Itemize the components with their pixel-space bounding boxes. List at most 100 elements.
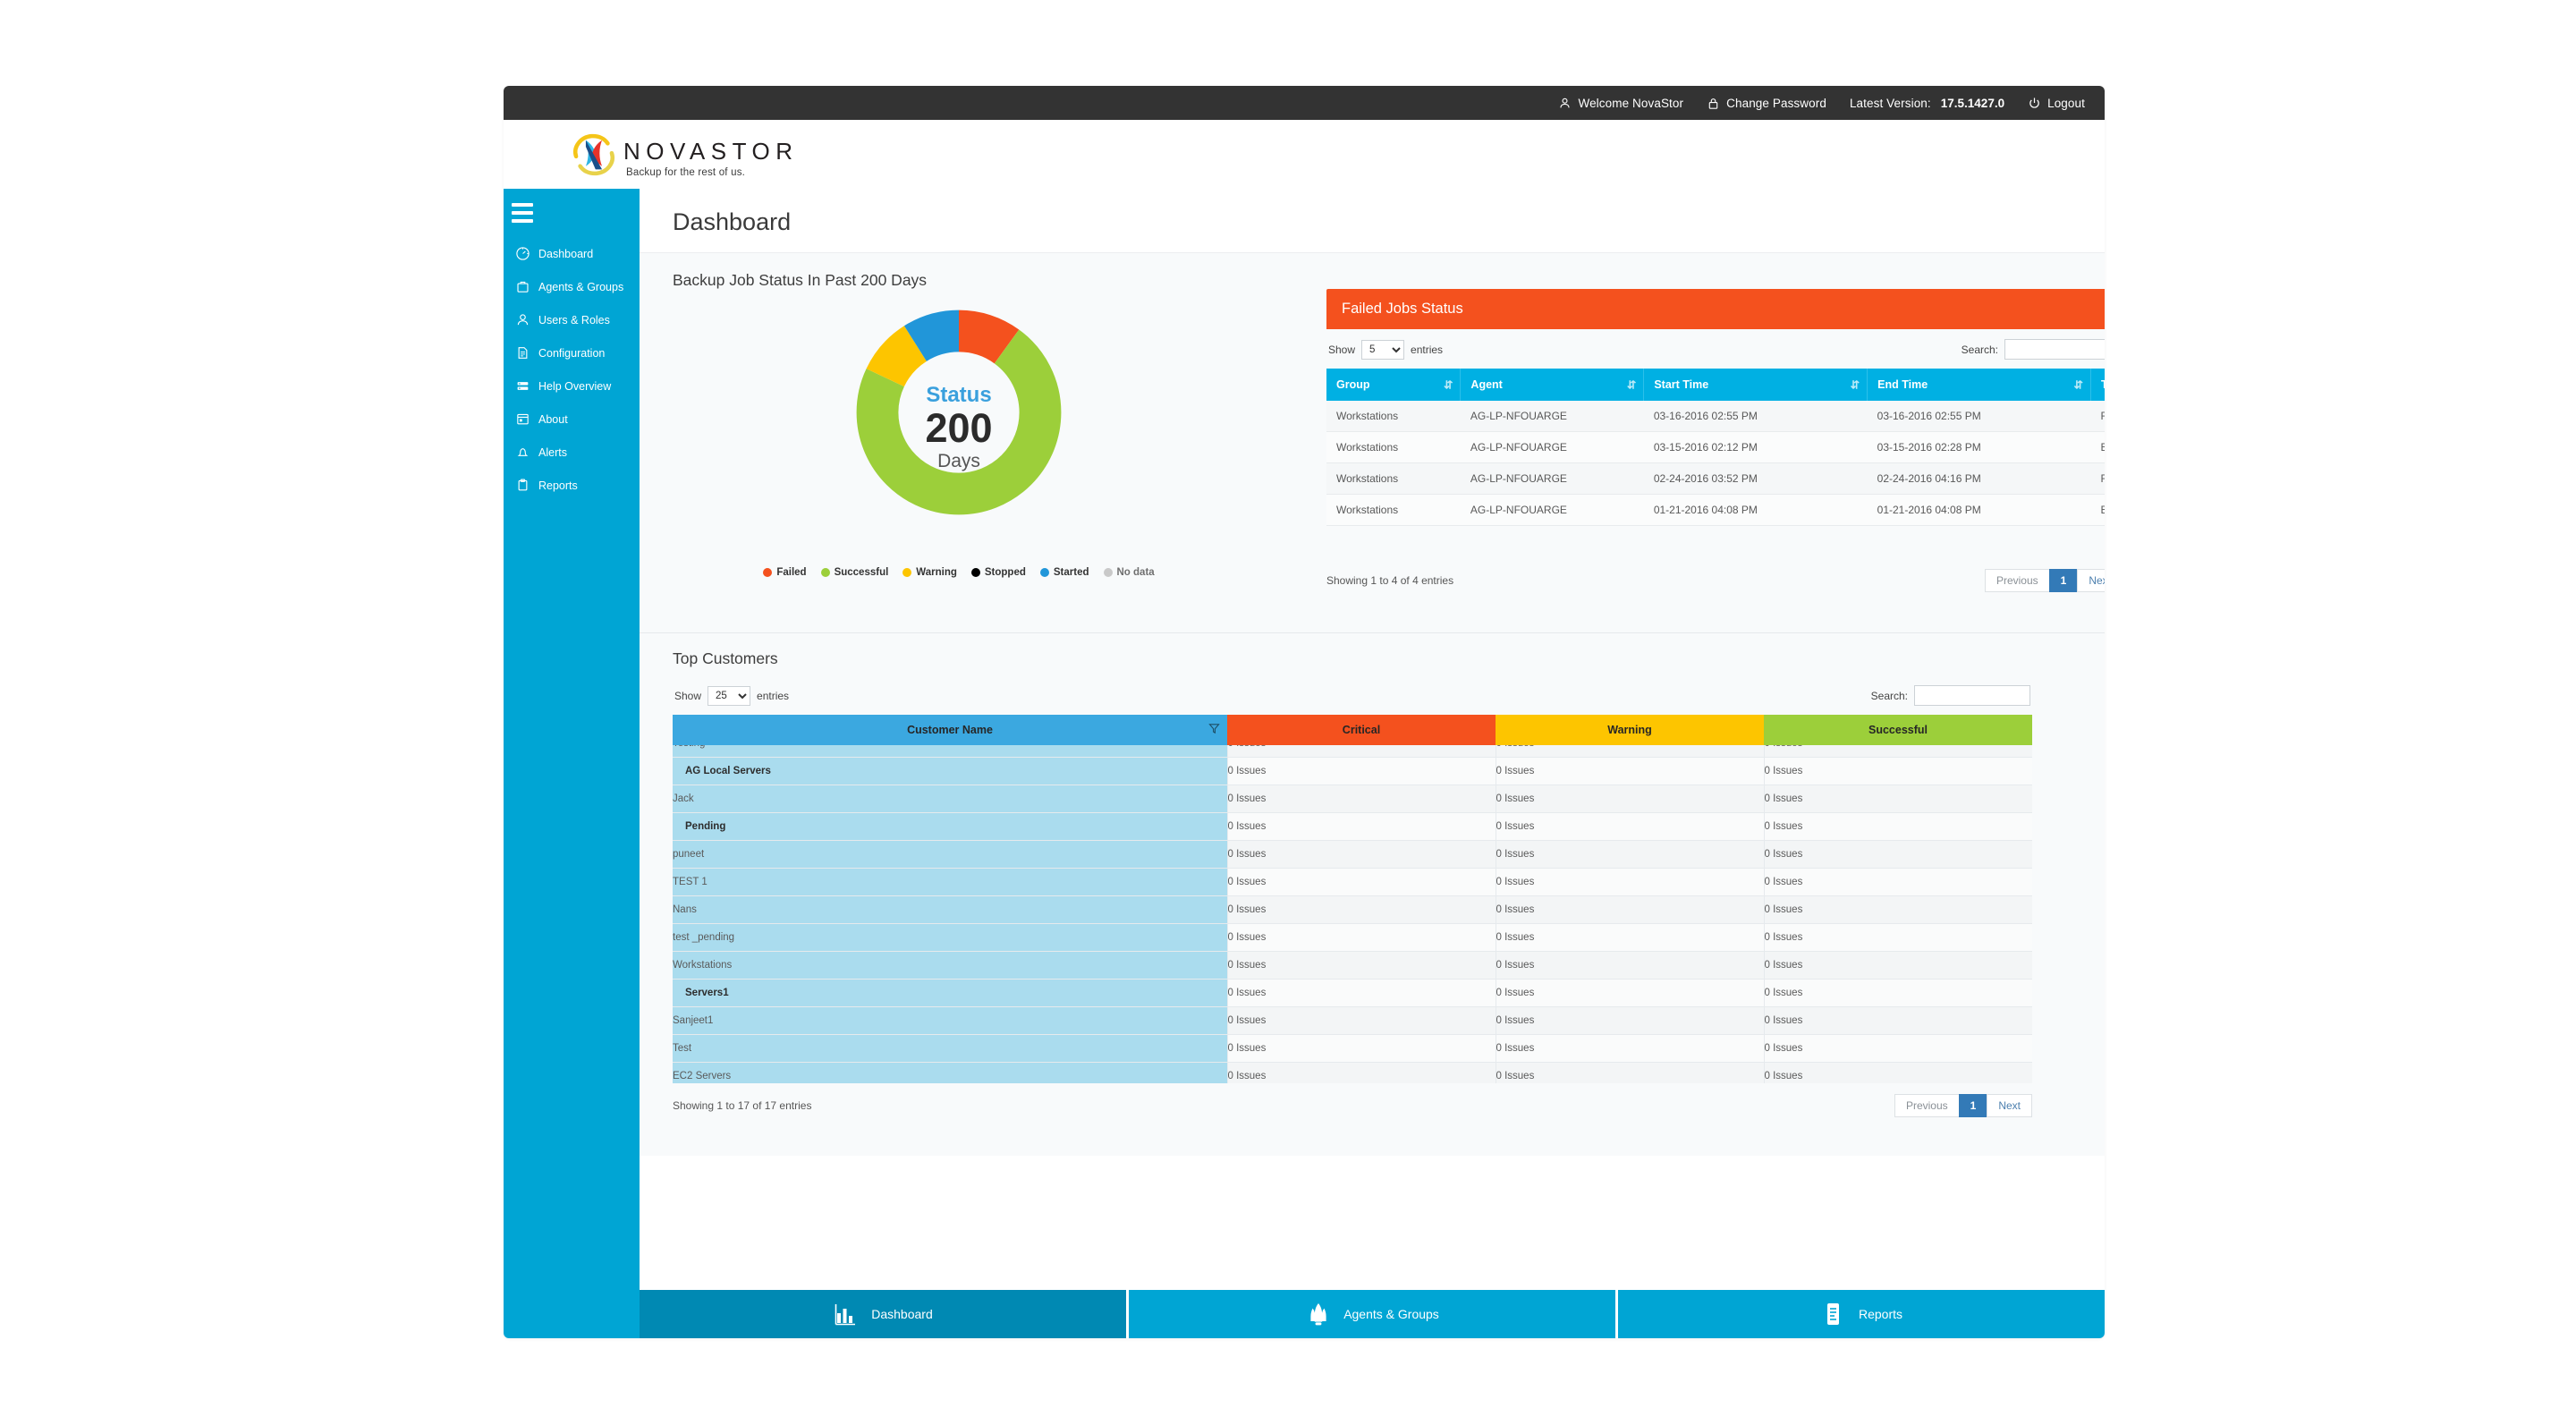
cell-critical: 0 Issues [1227, 813, 1496, 841]
table-row[interactable]: Workstations 0 Issues 0 Issues 0 Issues [673, 952, 2032, 980]
sidebar-item-dashboard[interactable]: Dashboard [504, 237, 640, 270]
table-row[interactable]: puneet 0 Issues 0 Issues 0 Issues [673, 841, 2032, 869]
sidebar-toggle-button[interactable] [504, 194, 541, 232]
cell-warning: 0 Issues [1496, 785, 1764, 813]
cell-warning: 0 Issues [1496, 980, 1764, 1007]
table-row[interactable]: Workstations AG-LP-NFOUARGE 01-21-2016 0… [1326, 495, 2105, 526]
legend-item[interactable]: No data [1104, 567, 1155, 578]
table-row[interactable]: Sanjeet1 0 Issues 0 Issues 0 Issues [673, 1007, 2032, 1035]
legend-swatch-successful [821, 568, 830, 577]
welcome-user[interactable]: Welcome NovaStor [1558, 97, 1683, 110]
top-customers-page-size: Show 25 entries [674, 686, 789, 706]
pagination-page-1[interactable]: 1 [2049, 569, 2079, 592]
legend-item[interactable]: Stopped [971, 567, 1026, 578]
filter-icon[interactable] [1208, 723, 1220, 737]
cell-successful: 0 Issues [1764, 869, 2032, 896]
table-row[interactable]: test _pending 0 Issues 0 Issues 0 Issues [673, 924, 2032, 952]
pagination-next[interactable]: Next [2077, 569, 2105, 592]
legend-swatch-no-data [1104, 568, 1113, 577]
legend-item[interactable]: Started [1040, 567, 1089, 578]
table-row[interactable]: EC2 Servers 0 Issues 0 Issues 0 Issues [673, 1063, 2032, 1084]
column-label: Warning [1607, 724, 1652, 736]
table-row[interactable]: Nans 0 Issues 0 Issues 0 Issues [673, 896, 2032, 924]
pagination-previous[interactable]: Previous [1985, 569, 2050, 592]
sort-icon: ⇵ [2074, 378, 2083, 392]
top-customers-scroll-area[interactable]: Testing 0 Issues 0 Issues 0 Issues AG Lo… [673, 745, 2032, 1083]
table-row[interactable]: TEST 1 0 Issues 0 Issues 0 Issues [673, 869, 2032, 896]
show-label: Show [1328, 344, 1355, 356]
cell-successful: 0 Issues [1764, 745, 2032, 758]
column-header-type[interactable]: Type [2091, 369, 2106, 401]
change-password-link[interactable]: Change Password [1707, 97, 1826, 110]
cell-type: Restore [2091, 463, 2106, 495]
sidebar-item-configuration[interactable]: Configuration [504, 336, 640, 369]
logout-link[interactable]: Logout [2028, 97, 2085, 110]
sidebar-item-help-overview[interactable]: Help Overview [504, 369, 640, 403]
table-row[interactable]: Test 0 Issues 0 Issues 0 Issues [673, 1035, 2032, 1063]
table-row[interactable]: Workstations AG-LP-NFOUARGE 03-16-2016 0… [1326, 401, 2105, 432]
column-header-customer-name[interactable]: Customer Name [673, 715, 1227, 745]
brand-tagline: Backup for the rest of us. [626, 167, 799, 178]
column-header-group[interactable]: Group ⇵ [1326, 369, 1461, 401]
footer-tile-reports[interactable]: Reports [1618, 1290, 2105, 1338]
pagination-previous[interactable]: Previous [1894, 1094, 1960, 1117]
table-row[interactable]: AG Local Servers 0 Issues 0 Issues 0 Iss… [673, 758, 2032, 785]
sidebar-item-agents-groups[interactable]: Agents & Groups [504, 270, 640, 303]
legend-item[interactable]: Warning [902, 567, 957, 578]
column-header-warning[interactable]: Warning [1496, 715, 1764, 745]
top-utility-bar: Welcome NovaStor Change Password Latest … [504, 86, 2105, 120]
sidebar-item-alerts[interactable]: Alerts [504, 436, 640, 469]
failed-jobs-search-input[interactable] [2004, 339, 2105, 360]
failed-jobs-controls: Show 5 entries Search: [1326, 329, 2105, 369]
sidebar-item-reports[interactable]: Reports [504, 469, 640, 502]
table-row[interactable]: Workstations AG-LP-NFOUARGE 02-24-2016 0… [1326, 463, 2105, 495]
cell-customer-name: EC2 Servers [673, 1063, 1227, 1084]
cell-group: Workstations [1326, 495, 1461, 526]
failed-jobs-page-size-select[interactable]: 5 [1361, 340, 1404, 360]
bell-icon [515, 445, 530, 460]
sidebar-item-users-roles[interactable]: Users & Roles [504, 303, 640, 336]
column-header-end-time[interactable]: End Time ⇵ [1868, 369, 2091, 401]
cell-warning: 0 Issues [1496, 1063, 1764, 1084]
table-row[interactable]: Workstations AG-LP-NFOUARGE 03-15-2016 0… [1326, 432, 2105, 463]
legend-item[interactable]: Successful [821, 567, 889, 578]
cell-critical: 0 Issues [1227, 841, 1496, 869]
footer-tile-agents-groups[interactable]: Agents & Groups [1129, 1290, 1618, 1338]
legend-label: Failed [776, 567, 806, 578]
cell-end-time: 03-16-2016 02:55 PM [1868, 401, 2091, 432]
cell-warning: 0 Issues [1496, 896, 1764, 924]
cell-type: Backup [2091, 495, 2106, 526]
column-header-critical[interactable]: Critical [1227, 715, 1496, 745]
status-donut-chart[interactable]: Status 200 Days [811, 296, 1106, 560]
sidebar-item-about[interactable]: About [504, 403, 640, 436]
bar-chart-icon [833, 1301, 860, 1327]
donut-value: 200 [869, 406, 1048, 451]
table-header-row: Group ⇵ Agent ⇵ Start Time [1326, 369, 2105, 401]
legend-swatch-failed [763, 568, 772, 577]
lock-icon [1707, 97, 1720, 110]
sidebar-item-label: Reports [538, 479, 578, 492]
pagination-next[interactable]: Next [1987, 1094, 2032, 1117]
sidebar-item-label: Agents & Groups [538, 281, 623, 293]
column-label: End Time [1877, 378, 1928, 391]
cell-warning: 0 Issues [1496, 745, 1764, 758]
top-customers-page-size-select[interactable]: 25 [708, 686, 750, 706]
table-row[interactable]: Servers1 0 Issues 0 Issues 0 Issues [673, 980, 2032, 1007]
top-customers-search-input[interactable] [1914, 685, 2030, 706]
novastor-logo[interactable]: NOVASTOR Backup for the rest of us. [568, 129, 799, 181]
pagination-page-1[interactable]: 1 [1959, 1094, 1988, 1117]
sort-icon: ⇵ [1444, 378, 1453, 392]
table-row[interactable]: Jack 0 Issues 0 Issues 0 Issues [673, 785, 2032, 813]
cell-critical: 0 Issues [1227, 924, 1496, 952]
column-header-start-time[interactable]: Start Time ⇵ [1644, 369, 1868, 401]
column-header-successful[interactable]: Successful [1764, 715, 2032, 745]
footer-tile-dashboard[interactable]: Dashboard [640, 1290, 1129, 1338]
legend-item[interactable]: Failed [763, 567, 806, 578]
cell-critical: 0 Issues [1227, 1035, 1496, 1063]
column-header-agent[interactable]: Agent ⇵ [1461, 369, 1644, 401]
cell-successful: 0 Issues [1764, 924, 2032, 952]
table-row[interactable]: Pending 0 Issues 0 Issues 0 Issues [673, 813, 2032, 841]
column-label: Agent [1470, 378, 1502, 391]
cell-type: Restore [2091, 401, 2106, 432]
table-row[interactable]: Testing 0 Issues 0 Issues 0 Issues [673, 745, 2032, 758]
